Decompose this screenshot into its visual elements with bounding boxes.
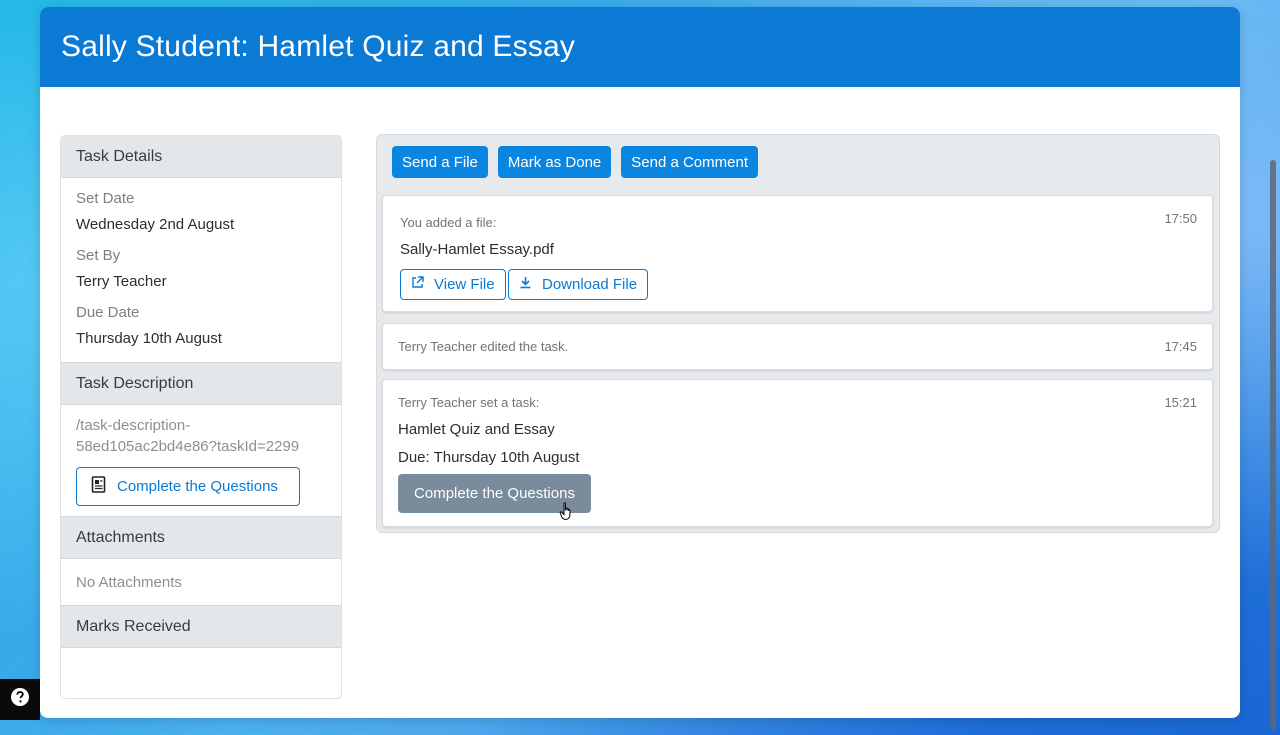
task-title: Hamlet Quiz and Essay bbox=[398, 421, 555, 438]
set-date-label: Set Date bbox=[76, 190, 135, 207]
activity-time: 17:45 bbox=[1164, 339, 1197, 354]
help-button[interactable] bbox=[0, 679, 40, 720]
due-date-label: Due Date bbox=[76, 304, 140, 321]
view-file-button[interactable]: View File bbox=[400, 269, 506, 300]
external-link-icon bbox=[411, 276, 424, 293]
attached-filename: Sally-Hamlet Essay.pdf bbox=[400, 241, 554, 258]
task-description-path: /task-description- 58ed105ac2bd4e86?task… bbox=[76, 415, 299, 457]
set-by-value: Terry Teacher bbox=[76, 273, 167, 290]
activity-time: 17:50 bbox=[1164, 211, 1197, 226]
activity-meta: You added a file: bbox=[400, 215, 497, 230]
task-sidebar: Task Details Set Date Wednesday 2nd Augu… bbox=[60, 135, 342, 699]
marks-body bbox=[61, 648, 341, 698]
attachments-heading: Attachments bbox=[61, 516, 341, 559]
download-icon bbox=[519, 276, 532, 293]
document-icon bbox=[91, 475, 107, 498]
task-description-path-line2: 58ed105ac2bd4e86?taskId=2299 bbox=[76, 438, 300, 455]
mark-done-button[interactable]: Mark as Done bbox=[497, 146, 612, 178]
task-due: Due: Thursday 10th August bbox=[398, 449, 580, 466]
complete-questions-button-label: Complete the Questions bbox=[117, 478, 278, 495]
download-file-label: Download File bbox=[542, 276, 638, 293]
task-description-heading: Task Description bbox=[61, 362, 341, 405]
activity-meta: Terry Teacher edited the task. bbox=[398, 339, 569, 354]
question-circle-icon bbox=[10, 687, 30, 712]
set-by-label: Set By bbox=[76, 247, 121, 264]
view-file-label: View File bbox=[434, 276, 495, 293]
task-description-heading-text: Task Description bbox=[76, 374, 194, 392]
page-header: Sally Student: Hamlet Quiz and Essay bbox=[40, 7, 1240, 87]
attachments-heading-text: Attachments bbox=[76, 528, 165, 546]
task-description-body: /task-description- 58ed105ac2bd4e86?task… bbox=[61, 405, 341, 516]
send-file-button[interactable]: Send a File bbox=[392, 146, 488, 178]
task-details-heading: Task Details bbox=[61, 136, 341, 178]
page-title: Sally Student: Hamlet Quiz and Essay bbox=[61, 30, 576, 63]
task-details-body: Set Date Wednesday 2nd August Set By Ter… bbox=[61, 178, 341, 362]
marks-heading: Marks Received bbox=[61, 605, 341, 648]
complete-questions-button[interactable]: Complete the Questions bbox=[76, 467, 300, 506]
activity-card-file: You added a file: 17:50 Sally-Hamlet Ess… bbox=[382, 195, 1213, 312]
activity-toolbar: Send a File Mark as Done Send a Comment bbox=[377, 135, 1219, 189]
marks-heading-text: Marks Received bbox=[76, 617, 191, 635]
activity-card-edit: Terry Teacher edited the task. 17:45 bbox=[382, 323, 1213, 370]
set-date-value: Wednesday 2nd August bbox=[76, 216, 235, 233]
send-comment-button[interactable]: Send a Comment bbox=[621, 146, 758, 178]
due-date-value: Thursday 10th August bbox=[76, 330, 222, 347]
activity-meta: Terry Teacher set a task: bbox=[398, 395, 540, 410]
task-window: Sally Student: Hamlet Quiz and Essay Tas… bbox=[40, 7, 1240, 718]
activity-time: 15:21 bbox=[1164, 395, 1197, 410]
page-scrollbar[interactable] bbox=[1270, 160, 1276, 730]
task-description-path-line1: /task-description- bbox=[76, 417, 191, 434]
attachments-body: No Attachments bbox=[61, 559, 341, 605]
download-file-button[interactable]: Download File bbox=[508, 269, 649, 300]
no-attachments-text: No Attachments bbox=[76, 573, 182, 591]
hand-pointer-icon bbox=[559, 502, 575, 527]
activity-panel: Send a File Mark as Done Send a Comment … bbox=[376, 134, 1220, 533]
activity-card-task: Terry Teacher set a task: 15:21 Hamlet Q… bbox=[382, 379, 1213, 527]
task-details-heading-text: Task Details bbox=[76, 147, 163, 165]
